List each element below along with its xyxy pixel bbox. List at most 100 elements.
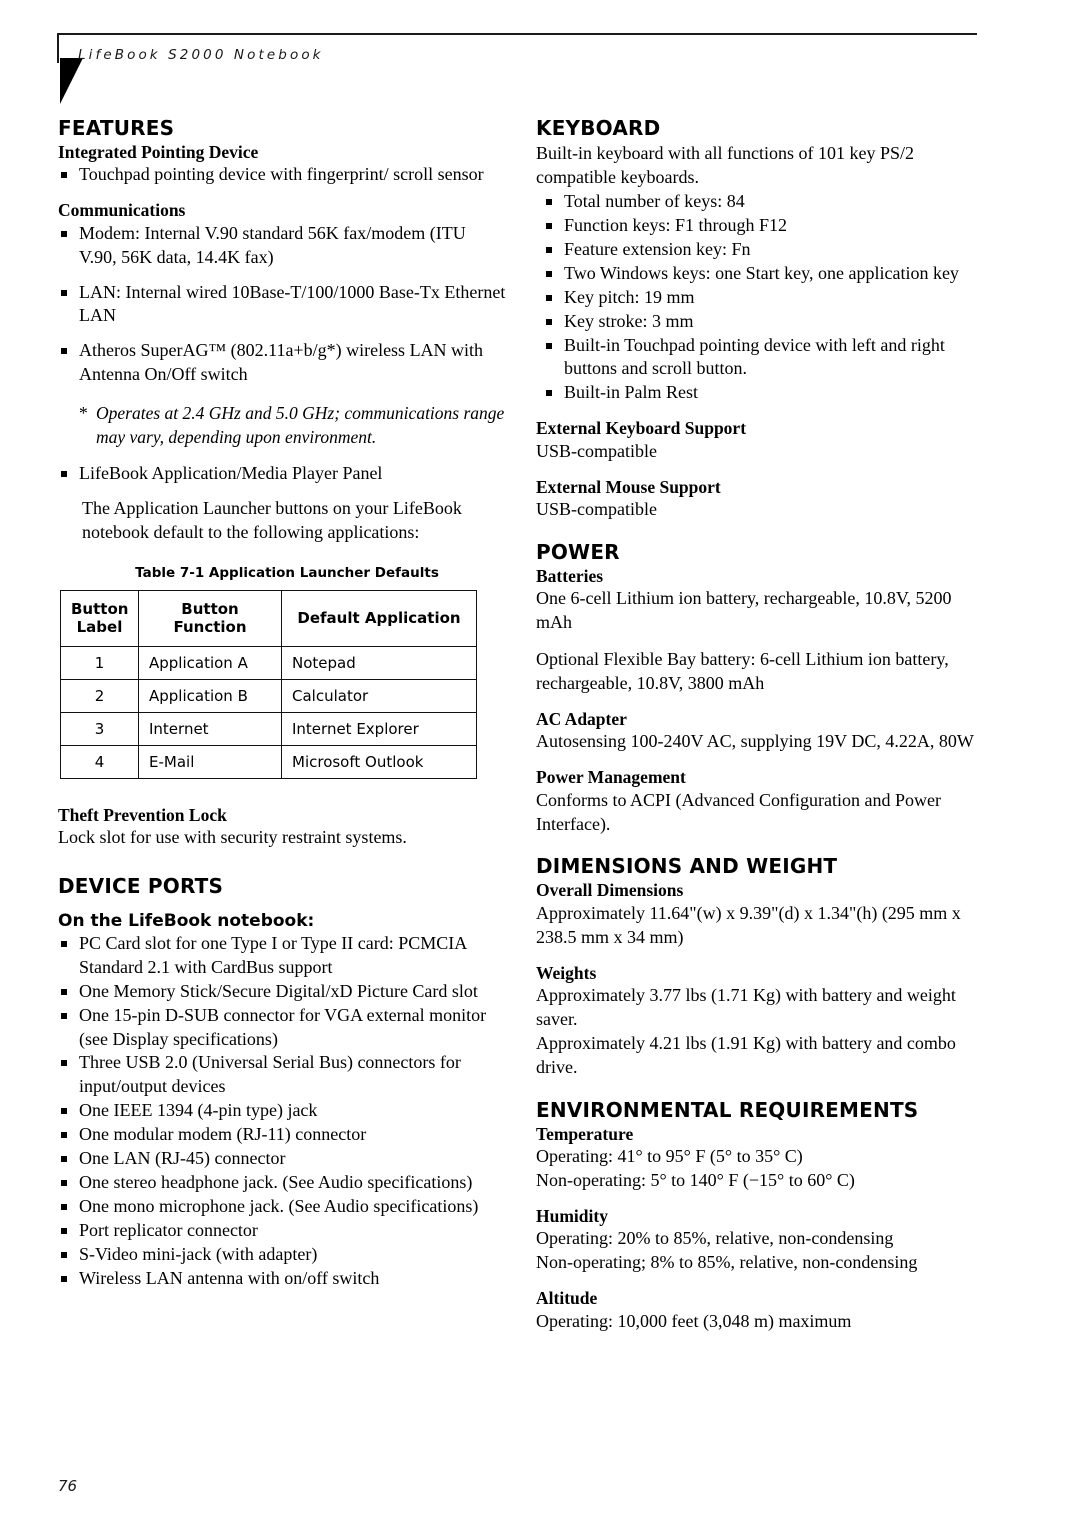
list-item: S-Video mini-jack (with adapter) — [58, 1243, 506, 1267]
page-header: LifeBook S2000 Notebook — [0, 0, 1080, 104]
list-media-player-panel: LifeBook Application/Media Player Panel — [58, 462, 506, 486]
table-cell: Microsoft Outlook — [281, 745, 477, 780]
list-item: One LAN (RJ-45) connector — [58, 1147, 506, 1171]
paragraph-application-launcher: The Application Launcher buttons on your… — [82, 497, 462, 542]
list-item: LAN: Internal wired 10Base-T/100/1000 Ba… — [58, 281, 506, 329]
section-heading-environmental-requirements: ENVIRONMENTAL REQUIREMENTS — [536, 1097, 919, 1122]
list-item: Built-in Touchpad pointing device with l… — [536, 334, 984, 382]
paragraph-keyboard-intro: Built-in keyboard with all functions of … — [536, 143, 914, 187]
subheading-ac-adapter: AC Adapter — [536, 708, 627, 729]
table-cell: Application A — [138, 646, 282, 681]
paragraph-theft-prevention-lock: Lock slot for use with security restrain… — [58, 827, 407, 848]
table-cell: 3 — [60, 712, 139, 747]
list-integrated-pointing-device: Touchpad pointing device with fingerprin… — [58, 163, 506, 187]
table-header-row: Button Label Button Function Default App… — [60, 589, 477, 648]
paragraph-altitude-operating: Operating: 10,000 feet (3,048 m) maximum — [536, 1310, 852, 1331]
list-item: Key pitch: 19 mm — [536, 286, 984, 310]
paragraph-external-keyboard-support: USB-compatible — [536, 440, 657, 461]
section-heading-features: FEATURES — [58, 116, 175, 140]
list-item: Total number of keys: 84 — [536, 190, 984, 214]
list-item: One stereo headphone jack. (See Audio sp… — [58, 1171, 506, 1195]
table-cell: 1 — [60, 646, 139, 681]
paragraph-battery-optional: Optional Flexible Bay battery: 6-cell Li… — [536, 649, 949, 694]
paragraph-battery-primary: One 6-cell Lithium ion battery, recharge… — [536, 588, 952, 633]
subheading-external-mouse-support: External Mouse Support — [536, 476, 721, 497]
subheading-integrated-pointing-device: Integrated Pointing Device — [58, 142, 259, 162]
right-column: KEYBOARD Built-in keyboard with all func… — [536, 118, 984, 1334]
subheading-batteries: Batteries — [536, 565, 604, 586]
subheading-altitude: Altitude — [536, 1288, 598, 1309]
section-heading-device-ports: DEVICE PORTS — [58, 874, 224, 899]
subheading-humidity: Humidity — [536, 1206, 608, 1226]
section-heading-power: POWER — [536, 539, 620, 564]
list-item: Touchpad pointing device with fingerprin… — [58, 163, 506, 187]
running-header-title: LifeBook S2000 Notebook — [78, 47, 324, 63]
application-launcher-defaults-table: Button Label Button Function Default App… — [60, 589, 477, 780]
list-item: One modular modem (RJ-11) connector — [58, 1123, 506, 1147]
list-item: Two Windows keys: one Start key, one app… — [536, 262, 984, 286]
footnote-text: Operates at 2.4 GHz and 5.0 GHz; communi… — [96, 403, 505, 447]
header-rule-left-tick — [57, 33, 59, 63]
table-cell: Application B — [138, 679, 282, 714]
footnote-marker: * — [79, 403, 88, 424]
list-item: Feature extension key: Fn — [536, 238, 984, 262]
subheading-theft-prevention-lock: Theft Prevention Lock — [58, 805, 227, 826]
subheading-power-management: Power Management — [536, 767, 686, 788]
subheading-overall-dimensions: Overall Dimensions — [536, 880, 684, 901]
table-header-cell: Button Function — [138, 589, 282, 648]
list-item: One Memory Stick/Secure Digital/xD Pictu… — [58, 980, 506, 1004]
page-number: 76 — [58, 1477, 78, 1495]
paragraph-humidity-operating: Operating: 20% to 85%, relative, non-con… — [536, 1228, 894, 1249]
footnote-wireless-band: * Operates at 2.4 GHz and 5.0 GHz; commun… — [58, 402, 506, 449]
paragraph-temperature-non-operating: Non-operating: 5° to 140° F (−15° to 60°… — [536, 1170, 855, 1191]
list-item: One mono microphone jack. (See Audio spe… — [58, 1195, 506, 1219]
list-item: One 15-pin D-SUB connector for VGA exter… — [58, 1004, 506, 1052]
table-header-cell: Default Application — [281, 589, 477, 648]
table-cell: 4 — [60, 745, 139, 780]
section-heading-keyboard: KEYBOARD — [536, 116, 661, 140]
table-header-cell: Button Label — [60, 589, 139, 648]
header-rule — [57, 33, 977, 35]
list-item: Modem: Internal V.90 standard 56K fax/mo… — [58, 222, 506, 270]
subheading-on-the-lifebook-notebook: On the LifeBook notebook: — [58, 911, 315, 932]
list-item: Built-in Palm Rest — [536, 381, 984, 405]
paragraph-external-mouse-support: USB-compatible — [536, 498, 657, 519]
subheading-temperature: Temperature — [536, 1123, 634, 1144]
list-item: Three USB 2.0 (Universal Serial Bus) con… — [58, 1051, 506, 1099]
paragraph-overall-dimensions: Approximately 11.64"(w) x 9.39"(d) x 1.3… — [536, 902, 961, 947]
table-cell: Internet — [138, 712, 282, 747]
table-cell: Notepad — [281, 646, 477, 681]
subheading-communications: Communications — [58, 200, 186, 221]
table-row: 2 Application B Calculator — [60, 679, 477, 714]
paragraph-ac-adapter: Autosensing 100-240V AC, supplying 19V D… — [536, 731, 974, 752]
list-keyboard: Total number of keys: 84 Function keys: … — [536, 190, 984, 405]
list-item: Wireless LAN antenna with on/off switch — [58, 1267, 506, 1291]
paragraph-temperature-operating: Operating: 41° to 95° F (5° to 35° C) — [536, 1146, 803, 1167]
subheading-external-keyboard-support: External Keyboard Support — [536, 418, 747, 439]
paragraph-power-management: Conforms to ACPI (Advanced Configuration… — [536, 789, 941, 834]
left-column: FEATURES Integrated Pointing Device Touc… — [58, 118, 506, 1291]
paragraph-weight-with-weight-saver: Approximately 3.77 lbs (1.71 Kg) with ba… — [536, 985, 956, 1029]
list-item: LifeBook Application/Media Player Panel — [58, 462, 506, 486]
table-cell: Calculator — [281, 679, 477, 714]
table-cell: 2 — [60, 679, 139, 714]
table-row: 4 E-Mail Microsoft Outlook — [60, 745, 477, 780]
list-item: Function keys: F1 through F12 — [536, 214, 984, 238]
paragraph-humidity-non-operating: Non-operating; 8% to 85%, relative, non-… — [536, 1252, 918, 1273]
table-caption: Table 7-1 Application Launcher Defaults — [135, 564, 439, 581]
paragraph-weight-with-combo-drive: Approximately 4.21 lbs (1.91 Kg) with ba… — [536, 1032, 956, 1077]
